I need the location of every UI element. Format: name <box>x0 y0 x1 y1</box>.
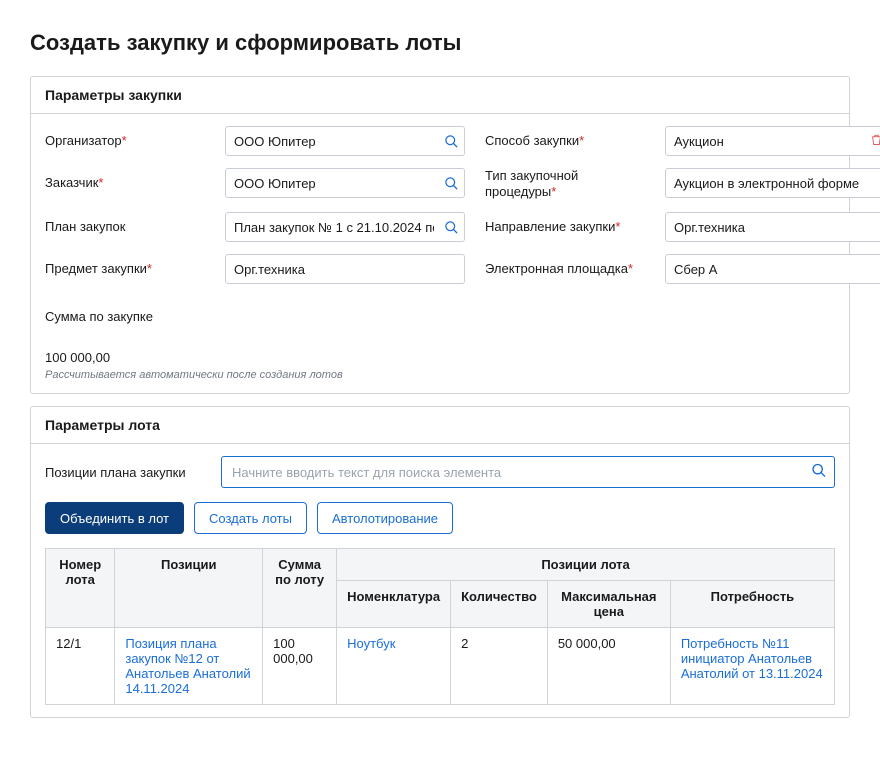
purchase-params-header: Параметры закупки <box>31 77 849 114</box>
direction-input[interactable] <box>665 212 880 242</box>
sum-value: 100 000,00 <box>45 350 465 365</box>
col-positions: Позиции <box>115 549 263 628</box>
customer-label: Заказчик* <box>45 168 205 198</box>
organizer-input[interactable] <box>225 126 465 156</box>
col-quantity: Количество <box>451 581 548 628</box>
sum-hint: Рассчитывается автоматически после созда… <box>45 369 465 381</box>
organizer-label: Организатор* <box>45 126 205 156</box>
col-lot-positions: Позиции лота <box>337 549 835 581</box>
plan-label: План закупок <box>45 212 205 242</box>
search-icon[interactable] <box>443 175 459 191</box>
subject-label: Предмет закупки* <box>45 254 205 284</box>
col-lot-sum: Сумма по лоту <box>263 549 337 628</box>
lot-params-panel: Параметры лота Позиции плана закупки Объ… <box>30 406 850 718</box>
combine-lot-button[interactable]: Объединить в лот <box>45 502 184 534</box>
auto-lot-button[interactable]: Автолотирование <box>317 502 453 534</box>
cell-sum: 100 000,00 <box>263 628 337 705</box>
search-icon[interactable] <box>443 219 459 235</box>
sum-label: Сумма по закупке <box>45 302 205 332</box>
procedure-type-input[interactable] <box>665 168 880 198</box>
create-lots-button[interactable]: Создать лоты <box>194 502 307 534</box>
demand-link[interactable]: Потребность №11 инициатор Анатольев Анат… <box>681 636 823 681</box>
col-lot-no: Номер лота <box>46 549 115 628</box>
nomenclature-link[interactable]: Ноутбук <box>347 636 395 651</box>
page-title: Создать закупку и сформировать лоты <box>30 30 850 56</box>
trash-icon[interactable] <box>870 133 880 149</box>
subject-input[interactable] <box>225 254 465 284</box>
table-row: 12/1 Позиция плана закупок №12 от Анатол… <box>46 628 835 705</box>
cell-max-price: 50 000,00 <box>547 628 670 705</box>
cell-lot-no: 12/1 <box>46 628 115 705</box>
positions-search-label: Позиции плана закупки <box>45 465 205 480</box>
platform-input[interactable] <box>665 254 880 284</box>
col-max-price: Максимальная цена <box>547 581 670 628</box>
position-link[interactable]: Позиция плана закупок №12 от Анатольев А… <box>125 636 250 696</box>
lot-params-header: Параметры лота <box>31 407 849 444</box>
search-icon[interactable] <box>811 463 827 482</box>
method-input[interactable] <box>665 126 880 156</box>
procedure-type-label: Тип закупочной процедуры* <box>485 168 645 200</box>
method-label: Способ закупки* <box>485 126 645 156</box>
direction-label: Направление закупки* <box>485 212 645 242</box>
lots-table: Номер лота Позиции Сумма по лоту Позиции… <box>45 548 835 705</box>
plan-input[interactable] <box>225 212 465 242</box>
col-demand: Потребность <box>670 581 834 628</box>
search-icon[interactable] <box>443 133 459 149</box>
platform-label: Электронная площадка* <box>485 254 645 284</box>
cell-quantity: 2 <box>451 628 548 705</box>
customer-input[interactable] <box>225 168 465 198</box>
positions-search-input[interactable] <box>221 456 835 488</box>
purchase-params-panel: Параметры закупки Организатор* Способ за… <box>30 76 850 394</box>
col-nomenclature: Номенклатура <box>337 581 451 628</box>
